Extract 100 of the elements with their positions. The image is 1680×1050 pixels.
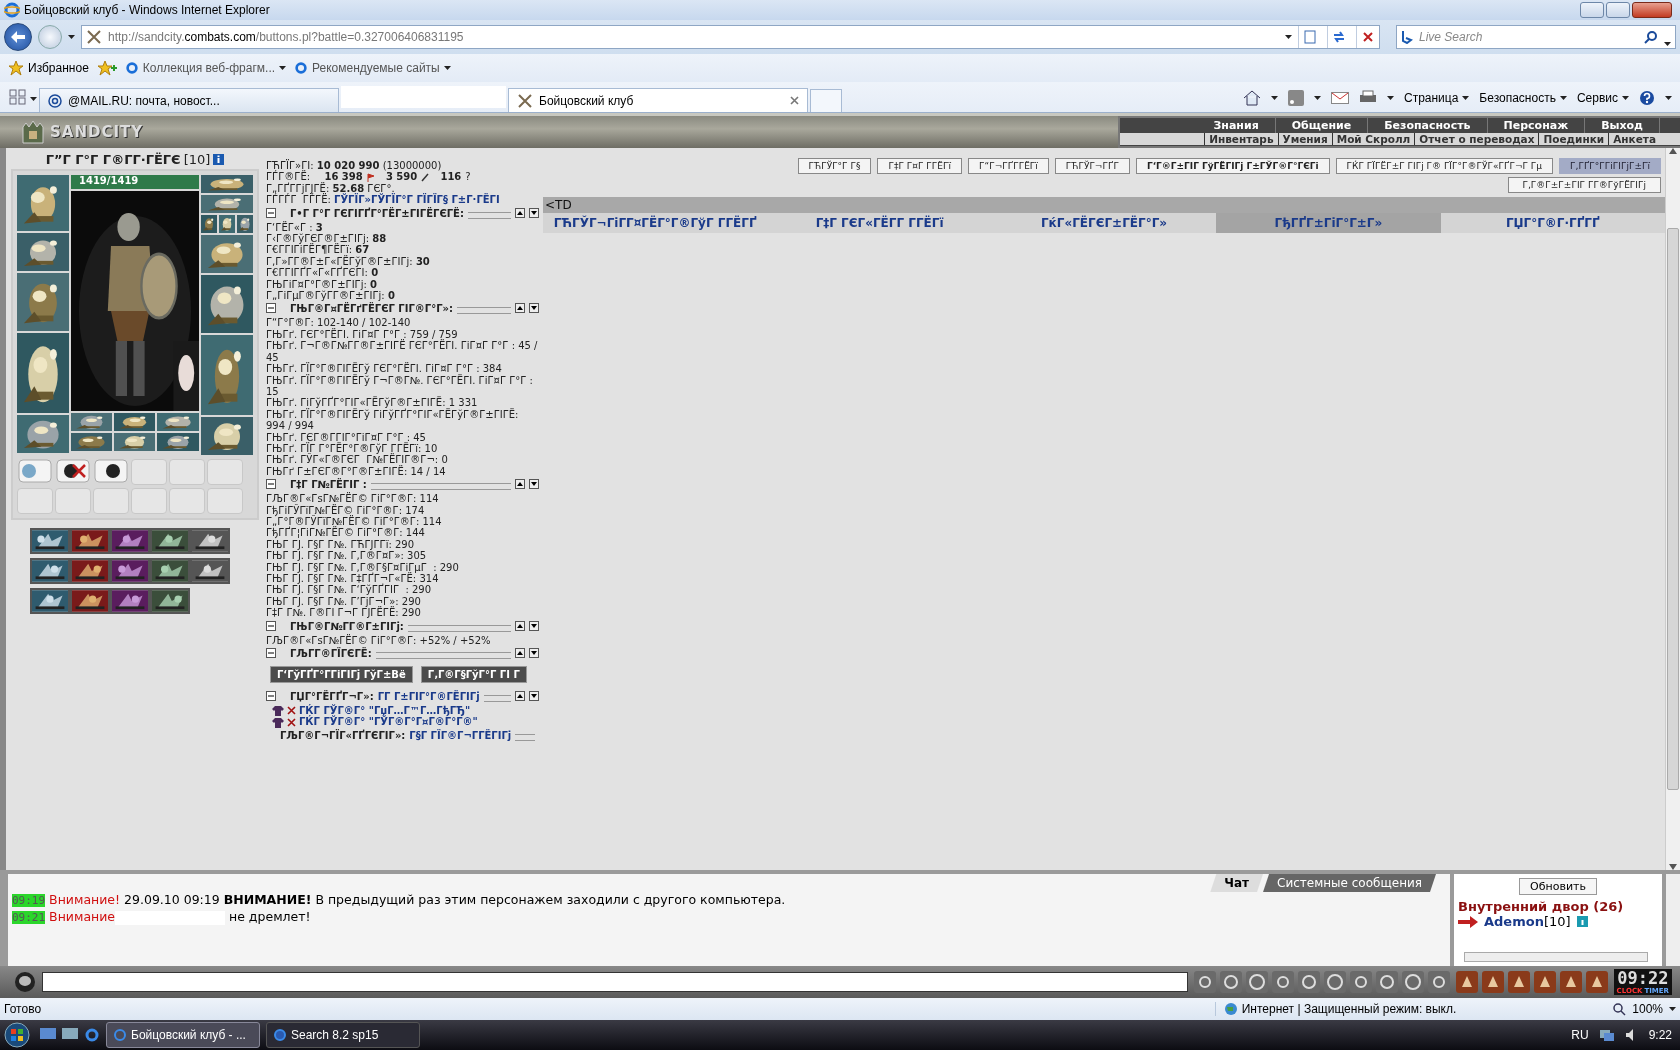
tool-icon[interactable] [1559, 971, 1582, 993]
collapse-icon[interactable] [266, 479, 276, 490]
inventory-button[interactable]: Г‚ГҐГ°ГГіГІГјГ±Гї [1559, 158, 1661, 174]
move-down-icon[interactable] [529, 207, 539, 218]
refresh-button[interactable]: Обновить [1519, 878, 1597, 895]
inventory-button[interactable]: Г‚Г®Г±Г±ГІГ ГГ®ГўГЁГІГј [1507, 177, 1661, 193]
clock-text[interactable]: 9:22 [1648, 1028, 1672, 1042]
feed-icon[interactable] [1287, 90, 1304, 106]
chat-tab[interactable]: Системные сообщения [1263, 874, 1436, 892]
move-up-icon[interactable] [515, 691, 525, 702]
category-tab[interactable]: ГќГ«ГЁГЄГ±ГЁГ°Г» [991, 213, 1217, 233]
action-button[interactable]: Г‘ГўГҐГ°ГГіГІГј ГўГ±Вё [270, 666, 413, 684]
chat-input[interactable] [42, 972, 1188, 992]
collapse-icon[interactable] [266, 207, 276, 218]
move-down-icon[interactable] [529, 620, 539, 631]
delete-icon[interactable] [287, 706, 296, 716]
tool-icon[interactable] [1507, 971, 1530, 993]
move-up-icon[interactable] [515, 207, 525, 218]
address-field[interactable]: http://sandcity.combats.com/buttons.pl?battle=0.327006406831195 [81, 25, 1380, 49]
menu-link[interactable]: Анкета [1608, 133, 1660, 145]
taskbar-button[interactable]: Search 8.2 sp15 [266, 1022, 420, 1048]
desktop-icon[interactable] [40, 1028, 56, 1042]
search-field[interactable]: Live Search [1396, 25, 1676, 49]
network-icon[interactable] [1598, 1028, 1615, 1042]
browser-tab[interactable]: Бойцовский клуб [508, 88, 808, 112]
home-icon[interactable] [1242, 90, 1261, 106]
tool-icon[interactable] [1245, 971, 1268, 993]
move-up-icon[interactable] [515, 303, 525, 314]
collapse-icon[interactable] [266, 303, 276, 314]
menu-button[interactable]: Безопасность [1479, 91, 1567, 105]
menu-link[interactable]: Инвентарь [1204, 133, 1278, 145]
move-down-icon[interactable] [529, 648, 539, 659]
favorites-link[interactable]: Коллекция веб-фрагм... [124, 61, 287, 75]
monitor-icon[interactable] [62, 1028, 78, 1042]
category-tab[interactable]: Г‡Г ГЄГ«ГЁГГ ГГЁГї [767, 213, 992, 233]
menu-link[interactable]: Мой Скролл [1331, 133, 1415, 145]
inventory-button[interactable]: ГЌГ ГЇГЁГ±Г ГІГј Г® ГЇГ°Г®ГЎГ«ГҐГ¬Г Гµ [1335, 158, 1554, 174]
ie-logo-icon[interactable] [84, 1027, 100, 1043]
menu-button[interactable]: Сервис [1576, 91, 1629, 105]
stat-link[interactable]: ГЎГЇГ»ГЎГЇГ°Г ГЇГЇГ§ Г±Г·ГЁГІ [334, 194, 500, 206]
scrollbar[interactable] [1464, 952, 1648, 962]
tool-icon[interactable] [1533, 971, 1556, 993]
collapse-icon[interactable] [266, 691, 276, 702]
section-link[interactable]: Г§Г ГЇГ®Г¬ГГЁГІГј [409, 729, 512, 742]
action-button[interactable]: Г‚Г®Г§ГўГ°Г ГІ Г [420, 666, 527, 684]
category-tab[interactable]: ГЏГ°Г®Г·ГҐГҐ [1440, 213, 1665, 233]
tool-icon[interactable] [1219, 971, 1242, 993]
menu-link[interactable]: Отчет о переводах [1414, 133, 1539, 145]
minimize-button[interactable] [1580, 2, 1604, 18]
collapse-icon[interactable] [266, 648, 276, 659]
tool-icon[interactable] [1193, 971, 1216, 993]
scrollbar[interactable] [1665, 148, 1680, 870]
collapse-icon[interactable] [266, 620, 276, 631]
scrollbar[interactable] [1666, 874, 1680, 966]
move-down-icon[interactable] [529, 691, 539, 702]
tool-icon[interactable] [1427, 971, 1450, 993]
category-tab[interactable]: ГЋГЎГ¬ГіГГ¤ГЁГ°Г®ГўГ ГГЁГҐ [543, 213, 768, 233]
menu-link[interactable]: Поединки [1538, 133, 1609, 145]
quick-tabs-icon[interactable] [8, 88, 28, 106]
inventory-button[interactable]: ГЋГЎГ°Г Г§ [797, 158, 872, 174]
set-link[interactable]: ГЌГ ГЎГ®Г° "ГЎГ®Г°Г¤Г®Г°Г®" [299, 716, 478, 728]
tool-icon[interactable] [1297, 971, 1320, 993]
language-indicator[interactable]: RU [1571, 1028, 1589, 1042]
tool-icon[interactable] [1481, 971, 1504, 993]
move-up-icon[interactable] [515, 620, 525, 631]
close-button[interactable] [1632, 2, 1672, 18]
zoom-icon[interactable] [1612, 1002, 1627, 1016]
inventory-button[interactable]: ГЋГЎГ¬ГҐГ [1054, 158, 1130, 174]
tool-icon[interactable] [1375, 971, 1398, 993]
tool-icon[interactable] [1455, 971, 1478, 993]
add-favorite-icon[interactable] [96, 60, 117, 76]
speech-icon[interactable] [14, 971, 36, 993]
zoom-level[interactable]: 100% [1632, 1002, 1663, 1016]
delete-icon[interactable] [287, 717, 296, 727]
favorites-link[interactable]: Рекомендуемые сайты [294, 61, 451, 75]
tool-icon[interactable] [1271, 971, 1294, 993]
menu-button[interactable]: Страница [1403, 91, 1470, 105]
inventory-button[interactable]: Г‘Г®Г±ГІГ ГўГЁГІГј Г±ГЎГ®Г°ГЄГі [1135, 158, 1330, 174]
search-icon[interactable] [1644, 30, 1658, 44]
move-down-icon[interactable] [529, 303, 539, 314]
menu-link[interactable]: Умения [1277, 133, 1332, 145]
info-icon[interactable] [213, 154, 225, 165]
browser-tab[interactable]: @MAIL.RU: почта, новост... [39, 88, 339, 112]
info-icon[interactable] [1576, 916, 1588, 927]
category-tab[interactable]: ГђГҐГ±ГіГ°Г±Г» [1216, 213, 1441, 233]
tool-icon[interactable] [1585, 971, 1608, 993]
back-button[interactable] [4, 23, 32, 51]
favorites-button[interactable]: Избранное [8, 60, 89, 76]
chat-tab[interactable]: Чат [1210, 874, 1264, 892]
tool-icon[interactable] [1349, 971, 1372, 993]
player-name[interactable]: Ademon[10] [1484, 914, 1571, 929]
move-up-icon[interactable] [515, 479, 525, 490]
move-down-icon[interactable] [529, 479, 539, 490]
maximize-button[interactable] [1606, 2, 1630, 18]
move-up-icon[interactable] [515, 648, 525, 659]
tool-icon[interactable] [1401, 971, 1424, 993]
taskbar-button[interactable]: Бойцовский клуб - ... [106, 1022, 260, 1048]
help-icon[interactable] [1639, 90, 1655, 106]
inventory-button[interactable]: Г“Г¬ГҐГГЁГї [968, 158, 1049, 174]
section-link[interactable]: ГГ Г±ГІГ°Г®ГЁГІГј [377, 691, 480, 704]
